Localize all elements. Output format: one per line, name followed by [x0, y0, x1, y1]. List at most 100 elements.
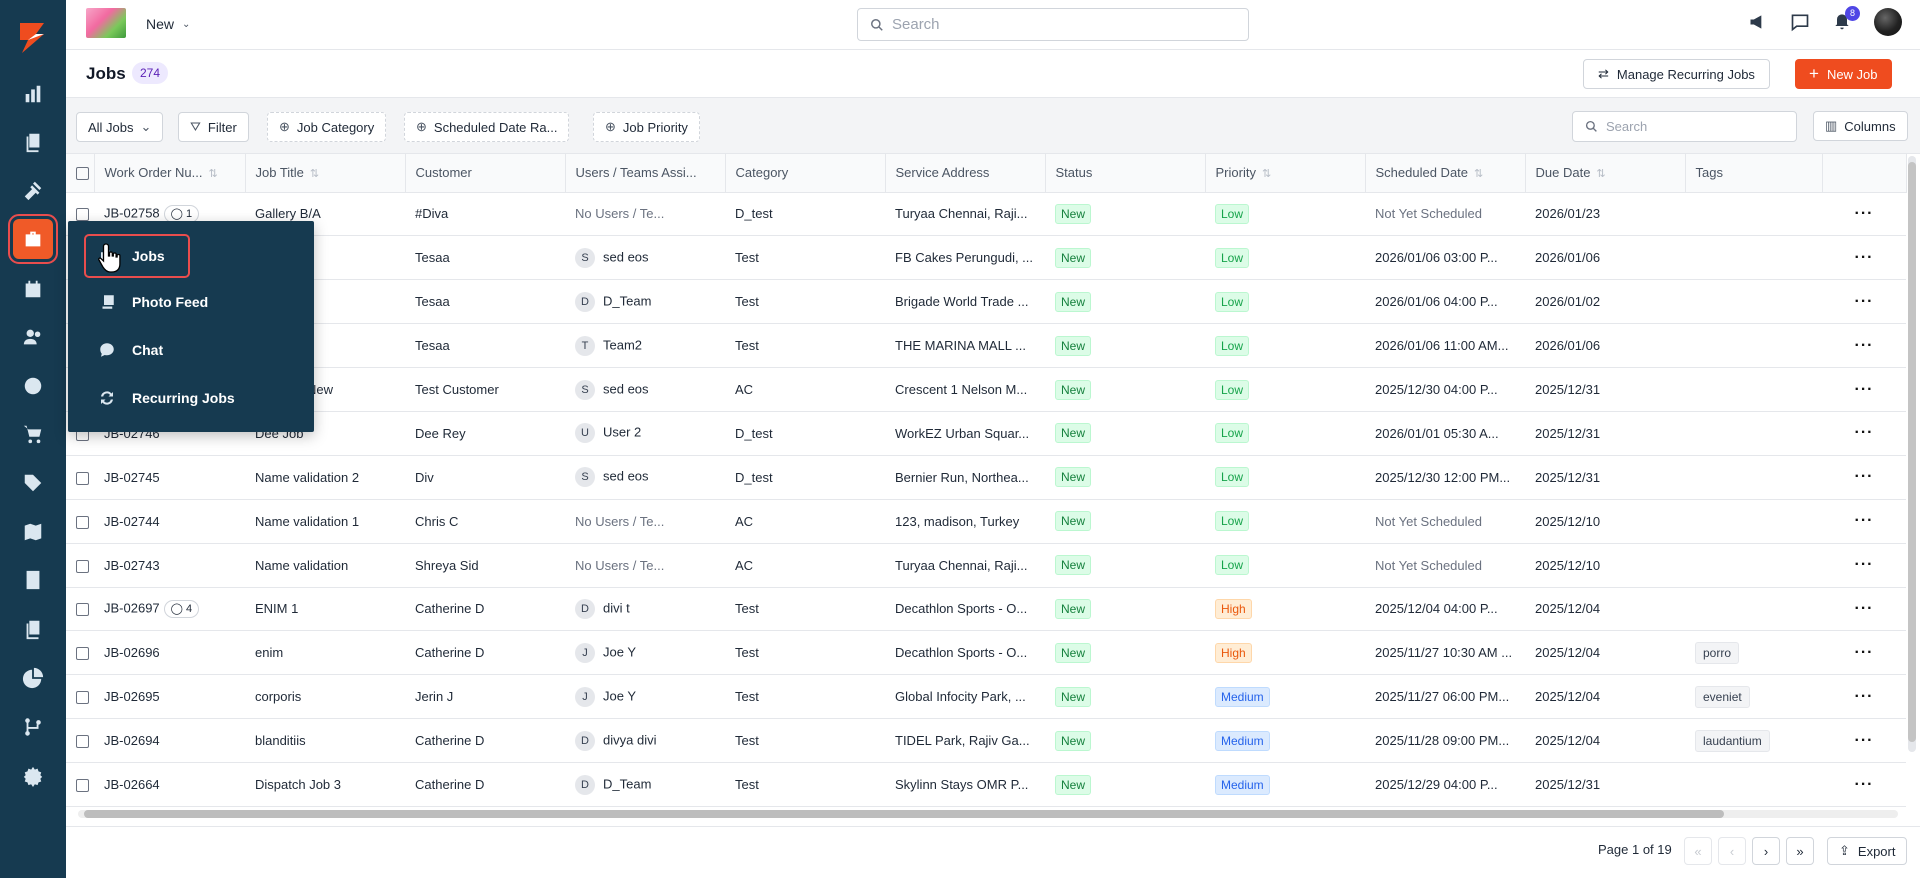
- col-users-teams[interactable]: Users / Teams Assi...: [565, 154, 726, 193]
- rail-quotes-icon[interactable]: [13, 122, 53, 162]
- prev-page-button[interactable]: ‹: [1718, 837, 1746, 865]
- columns-button[interactable]: ▥ Columns: [1813, 111, 1908, 141]
- row-checkbox[interactable]: [66, 499, 94, 544]
- rail-timesheet-icon[interactable]: [13, 366, 53, 406]
- more-options-icon[interactable]: ···: [1855, 556, 1874, 573]
- col-priority[interactable]: Priority ⇅: [1205, 154, 1366, 193]
- more-options-icon[interactable]: ···: [1855, 776, 1874, 793]
- rail-workflow-icon[interactable]: [13, 707, 53, 747]
- row-actions[interactable]: ···: [1822, 279, 1906, 325]
- more-options-icon[interactable]: ···: [1855, 732, 1874, 749]
- rail-customers-icon[interactable]: [13, 317, 53, 357]
- app-logo-icon[interactable]: [14, 20, 50, 56]
- rail-calendar-icon[interactable]: [13, 269, 53, 309]
- row-checkbox[interactable]: [66, 587, 94, 632]
- table-row[interactable]: JB-02755 Test Tesaa TTeam2 Test THE MARI…: [66, 323, 1906, 369]
- work-order-cell[interactable]: JB-02694: [94, 718, 245, 764]
- announcement-icon[interactable]: [1748, 12, 1768, 32]
- rail-tags-icon[interactable]: [13, 463, 53, 503]
- work-order-cell[interactable]: JB-02745: [94, 455, 245, 500]
- chat-icon[interactable]: [1790, 12, 1810, 32]
- more-options-icon[interactable]: ···: [1855, 249, 1874, 266]
- rail-documents-icon[interactable]: [13, 609, 53, 649]
- sort-icon[interactable]: ⇅: [1596, 168, 1605, 180]
- more-options-icon[interactable]: ···: [1855, 688, 1874, 705]
- table-row[interactable]: JB-02747 Test Job New Test Customer Ssed…: [66, 367, 1906, 412]
- more-options-icon[interactable]: ···: [1855, 381, 1874, 398]
- flyout-item-photo-feed[interactable]: Photo Feed: [86, 282, 296, 322]
- row-checkbox[interactable]: [66, 674, 94, 720]
- table-row[interactable]: JB-02697 ◯ 4 ENIM 1 Catherine D Ddivi t Te…: [66, 587, 1906, 632]
- col-service-address[interactable]: Service Address: [885, 154, 1046, 193]
- select-all-checkbox[interactable]: [66, 154, 95, 193]
- row-actions[interactable]: ···: [1822, 543, 1906, 588]
- sort-icon[interactable]: ⇅: [209, 168, 218, 180]
- row-actions[interactable]: ···: [1822, 587, 1906, 632]
- sort-icon[interactable]: ⇅: [1262, 168, 1271, 180]
- row-checkbox[interactable]: [66, 718, 94, 764]
- table-search-input[interactable]: Search: [1572, 111, 1797, 142]
- job-priority-filter[interactable]: ⊕ Job Priority: [593, 112, 700, 142]
- row-actions[interactable]: ···: [1822, 323, 1906, 369]
- work-order-cell[interactable]: JB-02664: [94, 762, 245, 807]
- row-actions[interactable]: ···: [1822, 674, 1906, 720]
- more-options-icon[interactable]: ···: [1855, 468, 1874, 485]
- rail-settings-icon[interactable]: [13, 756, 53, 796]
- sort-icon[interactable]: ⇅: [310, 168, 319, 180]
- more-options-icon[interactable]: ···: [1855, 512, 1874, 529]
- table-row[interactable]: JB-02694 blanditiis Catherine D Ddivya d…: [66, 718, 1906, 764]
- organization-logo[interactable]: [86, 8, 126, 38]
- table-row[interactable]: JB-02743 Name validation Shreya Sid No U…: [66, 543, 1906, 588]
- row-checkbox[interactable]: [66, 543, 94, 588]
- row-actions[interactable]: ···: [1822, 411, 1906, 456]
- rail-invoice-icon[interactable]: [13, 560, 53, 600]
- first-page-button[interactable]: «: [1684, 837, 1712, 865]
- col-customer[interactable]: Customer: [405, 154, 566, 193]
- more-options-icon[interactable]: ···: [1855, 644, 1874, 661]
- scheduled-date-range-filter[interactable]: ⊕ Scheduled Date Ra...: [404, 112, 570, 142]
- col-category[interactable]: Category: [725, 154, 886, 193]
- more-options-icon[interactable]: ···: [1855, 424, 1874, 441]
- row-actions[interactable]: ···: [1822, 235, 1906, 281]
- row-checkbox[interactable]: [66, 630, 94, 676]
- row-actions[interactable]: ···: [1822, 718, 1906, 764]
- comment-count[interactable]: ◯ 4: [163, 599, 200, 618]
- sort-icon[interactable]: ⇅: [1474, 168, 1483, 180]
- more-options-icon[interactable]: ···: [1855, 293, 1874, 310]
- user-avatar[interactable]: [1874, 8, 1902, 36]
- horizontal-scrollbar[interactable]: [78, 810, 1898, 818]
- next-page-button[interactable]: ›: [1752, 837, 1780, 865]
- flyout-item-recurring-jobs[interactable]: Recurring Jobs: [86, 378, 296, 418]
- filter-button[interactable]: ⛛ Filter: [178, 112, 249, 142]
- col-status[interactable]: Status: [1045, 154, 1206, 193]
- table-row[interactable]: JB-02696 enim Catherine D J Joe Y Test De…: [66, 630, 1906, 676]
- work-order-cell[interactable]: JB-02695: [94, 674, 245, 720]
- row-actions[interactable]: ···: [1822, 192, 1906, 237]
- new-dropdown[interactable]: New ⌄: [146, 16, 190, 32]
- table-row[interactable]: JB-02744 Name validation 1 Chris C No Us…: [66, 499, 1906, 544]
- manage-recurring-jobs-button[interactable]: ⇄ Manage Recurring Jobs: [1583, 59, 1770, 89]
- new-job-button[interactable]: + New Job: [1795, 59, 1892, 89]
- job-category-filter[interactable]: ⊕ Job Category: [267, 112, 387, 142]
- col-job-title[interactable]: Job Title ⇅: [245, 154, 406, 193]
- col-scheduled-date[interactable]: Scheduled Date ⇅: [1365, 154, 1526, 193]
- rail-jobs-icon[interactable]: [8, 214, 58, 264]
- row-actions[interactable]: ···: [1822, 762, 1906, 807]
- export-button[interactable]: ⇪ Export: [1827, 837, 1908, 865]
- work-order-cell[interactable]: JB-02697 ◯ 4: [94, 587, 245, 632]
- rail-cart-icon[interactable]: [13, 414, 53, 454]
- table-row[interactable]: JB-02745 Name validation 2 Div Ssed eos …: [66, 455, 1906, 500]
- col-due-date[interactable]: Due Date ⇅: [1525, 154, 1686, 193]
- rail-analytics-icon[interactable]: [13, 658, 53, 698]
- rail-map-icon[interactable]: [13, 512, 53, 552]
- table-row[interactable]: JB-02664 Dispatch Job 3 Catherine D D D_T…: [66, 762, 1906, 807]
- row-actions[interactable]: ···: [1822, 630, 1906, 676]
- flyout-item-chat[interactable]: Chat: [86, 330, 296, 370]
- work-order-cell[interactable]: JB-02744: [94, 499, 245, 544]
- rail-reports-icon[interactable]: [13, 74, 53, 114]
- last-page-button[interactable]: »: [1786, 837, 1814, 865]
- more-options-icon[interactable]: ···: [1855, 205, 1874, 222]
- global-search-input[interactable]: Search: [857, 8, 1249, 41]
- table-row[interactable]: JB-02746 Dee Job Dee Rey U User 2 D_test …: [66, 411, 1906, 456]
- work-order-cell[interactable]: JB-02743: [94, 543, 245, 588]
